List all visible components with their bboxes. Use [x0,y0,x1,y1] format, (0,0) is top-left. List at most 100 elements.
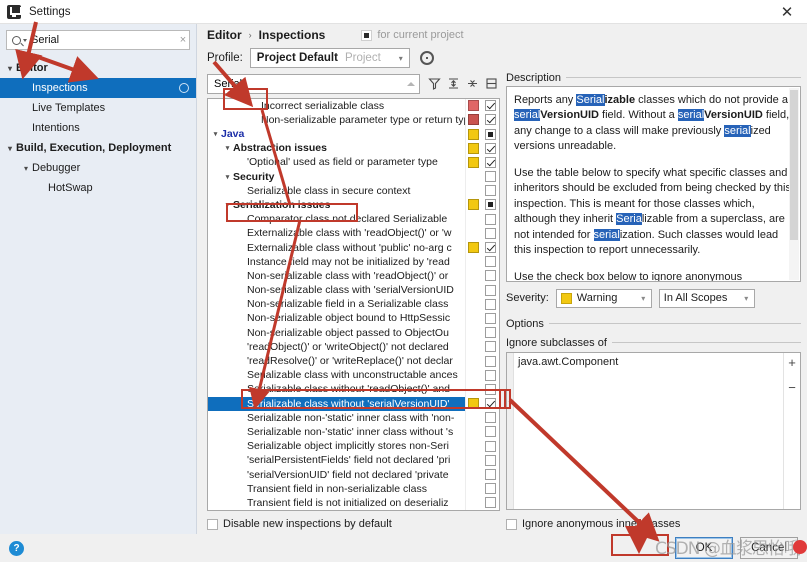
help-icon[interactable]: ? [9,540,24,556]
inspection-row[interactable]: Instance field may not be initialized by… [208,255,465,269]
scope-select[interactable]: In All Scopes ▾ [658,288,755,308]
inspection-enabled-checkbox[interactable] [485,483,496,495]
close-icon[interactable]: ✕ [767,0,807,24]
inspection-row[interactable]: Transient field is not initialized on de… [208,496,465,510]
inspection-row[interactable]: 'readObject()' or 'writeObject()' not de… [208,340,465,354]
for-current-project-checkbox[interactable]: for current project [361,29,464,41]
inspection-row-selected[interactable]: Serializable class without 'serialVersio… [208,396,465,411]
inspection-enabled-checkbox[interactable] [485,114,496,126]
inspection-enabled-checkbox[interactable] [485,454,496,466]
inspection-enabled-checkbox[interactable] [485,142,496,154]
sidebar-item-intentions[interactable]: Intentions [0,118,196,138]
inspection-row[interactable]: Serializable non-'static' inner class wi… [208,425,465,439]
description-scrollbar-thumb[interactable] [790,89,798,240]
profile-select[interactable]: Project Default Project ▾ [249,48,410,69]
chevron-down-icon[interactable]: ▾ [636,294,651,303]
inspection-row[interactable]: ▾ Java [208,127,465,141]
inspection-enabled-checkbox[interactable] [485,185,496,197]
expand-all-icon[interactable] [445,75,462,92]
inspection-enabled-checkbox[interactable] [485,469,496,481]
inspection-row[interactable]: 'serialPersistentFields' field not decla… [208,453,465,467]
inspection-row[interactable]: Non-serializable parameter type or retur… [208,113,465,127]
inspection-row[interactable]: 'Optional' used as field or parameter ty… [208,155,465,169]
chevron-down-icon[interactable]: ▾ [20,164,32,173]
sidebar-item-live-templates[interactable]: Live Templates [0,98,196,118]
inspection-row[interactable]: Non-serializable class with 'readObject(… [208,269,465,283]
inspection-enabled-checkbox[interactable] [485,497,496,509]
sidebar-item-hotswap[interactable]: HotSwap [0,178,196,198]
chevron-down-icon[interactable]: ▾ [222,201,233,209]
inspection-row[interactable]: Non-serializable object bound to HttpSes… [208,311,465,325]
inspection-enabled-checkbox[interactable] [485,298,496,310]
inspection-row[interactable]: Comparator class not declared Serializab… [208,212,465,226]
inspection-row[interactable]: Serializable class with unconstructable … [208,368,465,382]
inspection-enabled-checkbox[interactable] [485,341,496,353]
chevron-up-icon[interactable] [407,81,415,86]
inspection-search-input[interactable] [212,76,407,91]
sidebar-item-gear-icon[interactable] [179,83,189,93]
chevron-down-icon[interactable]: ▾ [4,144,16,153]
inspection-enabled-checkbox[interactable] [485,270,496,282]
sidebar-item-inspections[interactable]: Inspections [0,78,196,98]
sidebar-search[interactable]: × [6,30,190,50]
inspection-row[interactable]: Externalizable class without 'public' no… [208,240,465,254]
chevron-down-icon[interactable]: ▾ [4,64,16,73]
inspection-row[interactable]: Transient field in non-serializable clas… [208,482,465,496]
inspection-row[interactable]: Serializable class without 'readObject()… [208,382,465,396]
inspection-enabled-checkbox[interactable] [485,213,496,225]
inspection-search[interactable] [207,73,420,94]
disable-new-inspections-checkbox[interactable]: Disable new inspections by default [207,514,500,534]
inspection-enabled-checkbox[interactable] [485,284,496,296]
excluded-classes-items[interactable]: java.awt.Component [514,353,783,509]
inspection-row[interactable]: 'readResolve()' or 'writeReplace()' not … [208,354,465,368]
inspection-enabled-checkbox[interactable] [485,412,496,424]
inspection-row[interactable]: 'serialVersionUID' field not declared 'p… [208,467,465,481]
severity-select[interactable]: Warning ▾ [555,288,652,308]
inspection-row[interactable]: Serializable non-'static' inner class wi… [208,411,465,425]
chevron-down-icon[interactable]: ▾ [393,49,409,67]
description-scrollbar[interactable] [789,87,799,280]
remove-class-button[interactable]: − [788,380,796,395]
chevron-down-icon[interactable]: ▾ [739,294,754,303]
clear-search-icon[interactable]: × [177,34,189,46]
filter-funnel-icon[interactable] [426,75,443,92]
inspection-list[interactable]: Incorrect serializable class Non-serializ… [208,99,465,510]
chevron-down-icon[interactable]: ▾ [222,173,233,181]
inspection-row[interactable]: Non-serializable field in a Serializable… [208,297,465,311]
add-class-button[interactable]: + [788,355,796,370]
inspection-enabled-checkbox[interactable] [485,256,496,268]
collapse-all-icon[interactable] [464,75,481,92]
inspection-row[interactable]: Incorrect serializable class [208,99,465,113]
excluded-classes-list[interactable]: java.awt.Component + − [506,351,801,510]
breadcrumb-root[interactable]: Editor [207,28,242,42]
inspection-enabled-checkbox[interactable] [485,156,496,168]
inspection-enabled-checkbox[interactable] [485,369,496,381]
inspection-enabled-checkbox[interactable] [485,242,496,254]
excluded-class-item[interactable]: java.awt.Component [518,355,779,370]
inspection-enabled-checkbox[interactable] [485,128,496,140]
inspection-row[interactable]: ▾ Abstraction issues [208,141,465,155]
inspection-enabled-checkbox[interactable] [485,100,496,112]
chevron-down-icon[interactable]: ▾ [222,144,233,152]
inspection-row[interactable]: Serializable object implicitly stores no… [208,439,465,453]
sidebar-item-debugger[interactable]: ▾ Debugger [0,158,196,178]
inspection-enabled-checkbox[interactable] [485,171,496,183]
inspection-row[interactable]: Serializable class in secure context [208,184,465,198]
gear-icon[interactable] [419,51,434,66]
inspection-enabled-checkbox[interactable] [485,227,496,239]
sidebar-search-input[interactable] [27,34,177,46]
chevron-down-icon[interactable]: ▾ [210,130,221,138]
inspection-enabled-checkbox[interactable] [485,383,496,395]
inspection-enabled-checkbox[interactable] [485,440,496,452]
inspection-enabled-checkbox[interactable] [485,426,496,438]
inspection-row[interactable]: Non-serializable object passed to Object… [208,326,465,340]
sidebar-item-build-execution-deployment[interactable]: ▾ Build, Execution, Deployment [0,138,196,158]
inspection-row[interactable]: ▾ Serialization issues [208,198,465,212]
inspection-enabled-checkbox[interactable] [485,398,496,410]
inspection-enabled-checkbox[interactable] [485,199,496,211]
inspection-row[interactable]: ▾ Security [208,170,465,184]
inspection-enabled-checkbox[interactable] [485,312,496,324]
inspection-row[interactable]: Externalizable class with 'readObject()'… [208,226,465,240]
inspection-enabled-checkbox[interactable] [485,327,496,339]
inspection-enabled-checkbox[interactable] [485,355,496,367]
